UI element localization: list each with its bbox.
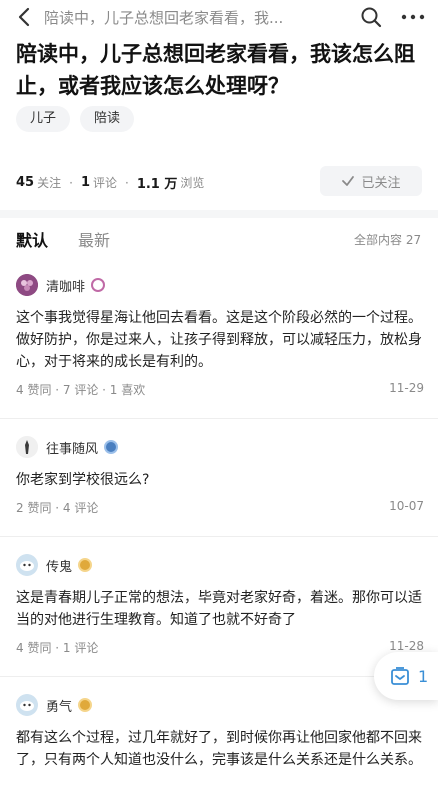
avatar[interactable]	[16, 274, 38, 296]
followed-button[interactable]: 已关注	[320, 166, 422, 196]
flower-avatar-icon	[16, 274, 38, 296]
tab-latest[interactable]: 最新	[78, 227, 110, 251]
avatar[interactable]	[16, 554, 38, 576]
answer-box-icon	[391, 667, 409, 685]
commenter-name[interactable]: 往事随风	[46, 438, 98, 457]
level-badge-icon	[104, 440, 119, 454]
follow-label: 关注	[37, 176, 62, 190]
tab-default[interactable]: 默认	[16, 227, 48, 251]
comment-meta: 4 赞同 · 1 评论	[16, 641, 99, 655]
topic-tags: 儿子 陪读	[16, 106, 135, 132]
commenter-name[interactable]: 传鬼	[46, 556, 72, 575]
more-icon[interactable]	[400, 6, 426, 28]
answer-float-button[interactable]: 1	[374, 652, 438, 700]
followed-label: 已关注	[361, 175, 401, 191]
commenter-name[interactable]: 勇气	[46, 696, 72, 715]
cartoon-avatar-icon	[16, 694, 38, 716]
comment-item[interactable]: 清咖啡 这个事我觉得星海让他回去看看。这是这个阶段必然的一个过程。做好防护，你是…	[16, 273, 426, 399]
nav-title: 陪读中，儿子总想回老家看看，我...	[44, 9, 284, 27]
follow-count: 45	[16, 175, 35, 190]
top-nav-bar: 陪读中，儿子总想回老家看看，我...	[0, 0, 438, 36]
comment-divider	[0, 418, 438, 419]
back-icon[interactable]	[14, 6, 36, 28]
question-stats: 45 关注 · 1 评论 · 1.1 万 浏览	[16, 173, 204, 192]
search-icon[interactable]	[360, 6, 382, 28]
commenter-name[interactable]: 清咖啡	[46, 276, 85, 295]
topic-tag[interactable]: 儿子	[16, 106, 71, 132]
level-badge-icon	[78, 558, 93, 572]
comment-label: 评论	[92, 176, 117, 190]
all-content-count: 全部内容 27	[354, 233, 422, 247]
comment-text: 这是青春期儿子正常的想法，毕竟对老家好奇，着迷。那你可以适当的对他进行生理教育。…	[16, 590, 422, 628]
comment-date: 11-29	[389, 381, 424, 395]
view-count: 1.1 万	[136, 177, 178, 192]
comment-item[interactable]: 传鬼 这是青春期儿子正常的想法，毕竟对老家好奇，着迷。那你可以适当的对他进行生理…	[16, 553, 426, 657]
cartoon-avatar-icon	[16, 554, 38, 576]
level-badge-icon	[78, 698, 93, 712]
view-label: 浏览	[180, 176, 205, 190]
comment-date: 11-28	[389, 639, 424, 653]
comment-item[interactable]: 勇气 都有这么个过程，过几年就好了，到时候你再让他回家他都不回来了，只有两个人知…	[16, 693, 426, 771]
section-divider	[0, 210, 438, 218]
comment-text: 你老家到学校很远么?	[16, 472, 150, 488]
comment-meta: 2 赞同 · 4 评论	[16, 501, 99, 515]
check-icon	[342, 176, 355, 186]
comment-count: 1	[80, 175, 90, 190]
figure-avatar-icon	[16, 436, 38, 458]
level-badge-icon	[91, 278, 106, 292]
topic-tag[interactable]: 陪读	[80, 106, 135, 132]
answer-count: 1	[418, 666, 429, 686]
separator-dot: ·	[125, 175, 129, 190]
avatar[interactable]	[16, 436, 38, 458]
avatar[interactable]	[16, 694, 38, 716]
question-title: 陪读中，儿子总想回老家看看，我该怎么阻止，或者我应该怎么处理呀？	[16, 42, 415, 98]
comment-date: 10-07	[389, 499, 424, 513]
comment-item[interactable]: 往事随风 你老家到学校很远么? 2 赞同 · 4 评论 10-07	[16, 435, 426, 517]
comment-divider	[0, 536, 438, 537]
sort-tabs: 默认 最新	[16, 227, 110, 251]
comment-text: 这个事我觉得星海让他回去看看。这是这个阶段必然的一个过程。做好防护，你是过来人，…	[16, 310, 422, 370]
comment-text: 都有这么个过程，过几年就好了，到时候你再让他回家他都不回来了，只有两个人知道也没…	[16, 730, 422, 768]
comment-meta: 4 赞同 · 7 评论 · 1 喜欢	[16, 383, 146, 397]
separator-dot: ·	[69, 175, 73, 190]
comment-divider	[0, 676, 438, 677]
